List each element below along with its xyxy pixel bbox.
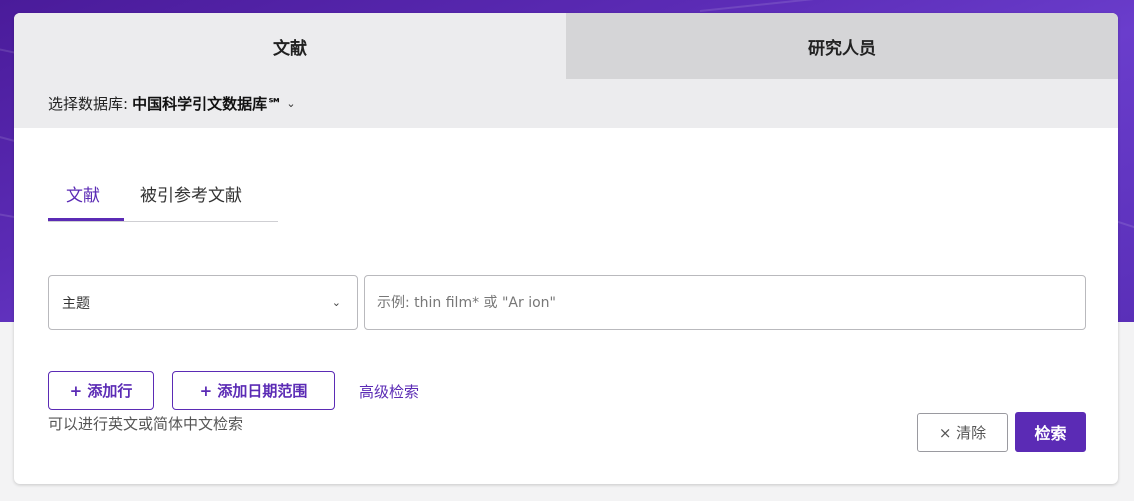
tab-documents[interactable]: 文献 [14,13,566,79]
search-field-select[interactable]: 主题 ⌄ [48,275,358,330]
sub-tabs: 文献 被引参考文献 [48,173,278,222]
search-card: 文献 研究人员 选择数据库: 中国科学引文数据库℠ ⌄ 文献 被引参考文献 主题… [14,13,1118,484]
search-hint: 可以进行英文或简体中文检索 [48,415,244,433]
active-tab-indicator [48,218,124,221]
tab-documents-label: 文献 [273,38,307,59]
subtab-cited-references[interactable]: 被引参考文献 [140,181,242,206]
chevron-down-icon: ⌄ [331,296,341,309]
tab-researchers[interactable]: 研究人员 [566,13,1118,79]
search-label: 检索 [1034,424,1067,443]
database-label: 选择数据库: [48,95,129,113]
chevron-down-icon[interactable]: ⌄ [286,97,295,110]
database-dropdown[interactable]: 中国科学引文数据库℠ [132,93,282,114]
main-tabs: 文献 研究人员 [14,13,1118,79]
search-button[interactable]: 检索 [1015,412,1086,452]
clear-label: × 清除 [938,424,987,442]
advanced-search-link[interactable]: 高级检索 [359,381,419,402]
add-row-button[interactable]: + 添加行 [48,371,154,410]
subtab-documents[interactable]: 文献 [66,181,100,206]
database-selector-bar: 选择数据库: 中国科学引文数据库℠ ⌄ [14,79,1118,128]
search-field-value: 主题 [62,295,90,312]
add-date-range-label: + 添加日期范围 [199,382,308,400]
add-date-range-button[interactable]: + 添加日期范围 [172,371,335,410]
clear-button[interactable]: × 清除 [917,413,1008,452]
tab-researchers-label: 研究人员 [808,38,876,59]
add-row-label: + 添加行 [69,382,133,400]
search-input[interactable] [364,275,1086,330]
